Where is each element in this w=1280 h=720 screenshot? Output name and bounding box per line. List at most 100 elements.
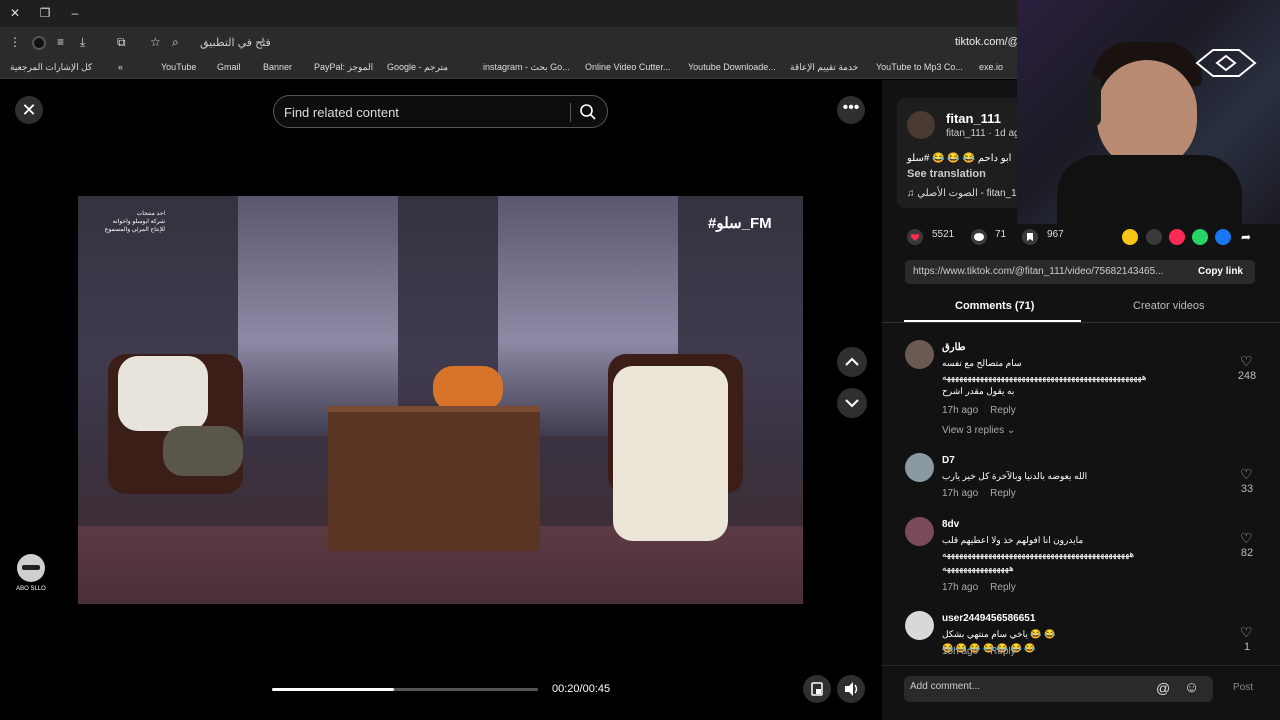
- likes-count: 5521: [932, 229, 955, 240]
- video-time: 00:20/00:45: [552, 683, 611, 695]
- author-subtitle: fitan_111 · 1d ag: [946, 128, 1020, 139]
- download-icon[interactable]: ⤓: [80, 35, 85, 50]
- bookmarks-overflow-icon[interactable]: «: [118, 62, 123, 72]
- reply-button[interactable]: Reply: [990, 405, 1016, 416]
- link-bar: https://www.tiktok.com/@fitan_111/video/…: [905, 260, 1255, 284]
- extensions-puzzle-icon[interactable]: ⧉: [117, 35, 126, 50]
- bookmark-instagram[interactable]: instagram - بحث Go...: [483, 62, 570, 73]
- restore-window-icon[interactable]: ❐: [38, 6, 52, 20]
- video-player[interactable]: احد منتجات شركة ابوسلو واخوانه للإنتاج ا…: [78, 196, 803, 604]
- copy-link-button[interactable]: Copy link: [1198, 266, 1243, 277]
- search-box[interactable]: [273, 95, 608, 128]
- tab-active-indicator: [904, 320, 1081, 322]
- webcam-overlay: [1017, 0, 1280, 224]
- add-comment-field[interactable]: @ ☺: [904, 676, 1213, 702]
- tab-comments[interactable]: Comments (71): [955, 300, 1034, 312]
- bookmark-mp3[interactable]: YouTube to Mp3 Co...: [876, 62, 963, 72]
- share-icon[interactable]: ➦: [1238, 229, 1254, 245]
- comment-like-count: 82: [1240, 547, 1254, 559]
- see-translation-link[interactable]: See translation: [907, 168, 986, 180]
- comment-like-icon[interactable]: ♡: [1240, 354, 1254, 368]
- search-divider: [570, 103, 571, 122]
- abo-sllo-logo: ABO SLLO: [16, 554, 46, 592]
- comment-time: 17h ago: [942, 405, 979, 416]
- bookmark-youtube[interactable]: YouTube: [161, 62, 196, 72]
- video-watermark: احد منتجات شركة ابوسلو واخوانه للإنتاج ا…: [104, 211, 165, 233]
- embed-icon[interactable]: [1146, 229, 1162, 245]
- minimize-window-icon[interactable]: –: [68, 6, 82, 20]
- post-comment-button[interactable]: Post: [1233, 682, 1253, 693]
- comment-time: 17h ago: [942, 582, 979, 593]
- chevron-up-icon: [845, 357, 859, 366]
- menu-icon[interactable]: ⋮: [9, 35, 21, 49]
- bookmark-banner[interactable]: Banner: [263, 62, 292, 72]
- comment-like-icon[interactable]: ♡: [1240, 531, 1254, 545]
- comment-item: D7 الله يعوضه بالدنيا وبالآخرة كل خير يا…: [882, 453, 1280, 501]
- avatar[interactable]: [905, 611, 934, 640]
- bookmark-icon[interactable]: [1022, 229, 1038, 245]
- bookmark-exeio[interactable]: exe.io: [979, 62, 1003, 72]
- comment-icon[interactable]: [971, 229, 987, 245]
- video-person-center: [433, 366, 503, 411]
- send-icon[interactable]: [1169, 229, 1185, 245]
- previous-video-button[interactable]: [837, 347, 867, 377]
- search-input[interactable]: [284, 103, 564, 121]
- playlist-icon[interactable]: ≡: [57, 35, 64, 49]
- picture-in-picture-button[interactable]: [803, 675, 831, 703]
- mention-icon[interactable]: @: [1156, 680, 1170, 696]
- comment-text: سام متصالح مع نفسه ههههههههههههههههههههه…: [942, 358, 1147, 396]
- facebook-icon[interactable]: [1215, 229, 1231, 245]
- video-person-left-legs: [163, 426, 243, 476]
- avatar[interactable]: [905, 517, 934, 546]
- bookmark-star-icon[interactable]: ☆: [150, 35, 161, 49]
- video-person-left: [118, 356, 208, 431]
- avatar[interactable]: [905, 453, 934, 482]
- bookmark-disability[interactable]: خدمة تقييم الإعاقة: [790, 62, 858, 73]
- comments-count: 71: [995, 229, 1007, 240]
- comment-time: 17h ago: [942, 488, 979, 499]
- bookmark-all[interactable]: كل الإشارات المرجعية: [10, 62, 92, 73]
- comment-user[interactable]: 8dv: [942, 519, 959, 530]
- comment-user[interactable]: user2449456586651: [942, 613, 1035, 624]
- post-music[interactable]: ♫ الصوت الأصلي - fitan_1: [907, 188, 1017, 199]
- heart-icon[interactable]: [907, 229, 923, 245]
- more-options-button[interactable]: •••: [837, 96, 865, 124]
- bookmark-gmail[interactable]: Gmail: [217, 62, 241, 72]
- avatar[interactable]: [905, 340, 934, 369]
- comment-user[interactable]: طارق: [942, 342, 966, 353]
- url-text[interactable]: tiktok.com/@fi: [955, 36, 1024, 48]
- reply-button[interactable]: Reply: [990, 646, 1016, 657]
- video-link[interactable]: https://www.tiktok.com/@fitan_111/video/…: [913, 266, 1183, 277]
- bookmark-youtube-downloader[interactable]: Youtube Downloade...: [688, 62, 776, 72]
- zoom-icon[interactable]: ⌕: [172, 35, 179, 50]
- whatsapp-icon[interactable]: [1192, 229, 1208, 245]
- headset-icon: [1087, 76, 1101, 126]
- view-replies-button[interactable]: View 3 replies ⌄: [942, 425, 1015, 436]
- video-progress-bar[interactable]: [272, 688, 538, 691]
- next-video-button[interactable]: [837, 388, 867, 418]
- bookmark-video-cutter[interactable]: Online Video Cutter...: [585, 62, 670, 72]
- emoji-icon[interactable]: ☺: [1184, 679, 1199, 696]
- tab-creator-videos[interactable]: Creator videos: [1133, 300, 1205, 312]
- add-comment-input[interactable]: [910, 681, 1130, 692]
- webcam-person-shirt: [1057, 155, 1242, 224]
- volume-button[interactable]: [837, 675, 865, 703]
- extension-icon[interactable]: [32, 36, 46, 50]
- search-icon[interactable]: [579, 103, 597, 121]
- reply-button[interactable]: Reply: [990, 582, 1016, 593]
- repost-icon[interactable]: [1122, 229, 1138, 245]
- comment-user[interactable]: D7: [942, 455, 955, 466]
- close-button[interactable]: ✕: [15, 96, 43, 124]
- bookmark-google-translate[interactable]: Google - مترجم: [387, 62, 448, 73]
- comment-time: 15h ago: [942, 646, 979, 657]
- streamer-logo-icon: [1195, 49, 1257, 77]
- comment-like-icon[interactable]: ♡: [1240, 625, 1254, 639]
- author-name[interactable]: fitan_111: [946, 111, 1001, 126]
- author-avatar[interactable]: [907, 111, 935, 139]
- reply-button[interactable]: Reply: [990, 488, 1016, 499]
- video-progress-fill: [272, 688, 395, 691]
- comment-like-icon[interactable]: ♡: [1240, 467, 1254, 481]
- comment-item: user2449456586651 ياخي سام منتهي بشكل 😂 …: [882, 611, 1280, 661]
- bookmark-paypal[interactable]: PayPal: الموجز: [314, 62, 373, 73]
- close-window-icon[interactable]: ✕: [8, 6, 22, 20]
